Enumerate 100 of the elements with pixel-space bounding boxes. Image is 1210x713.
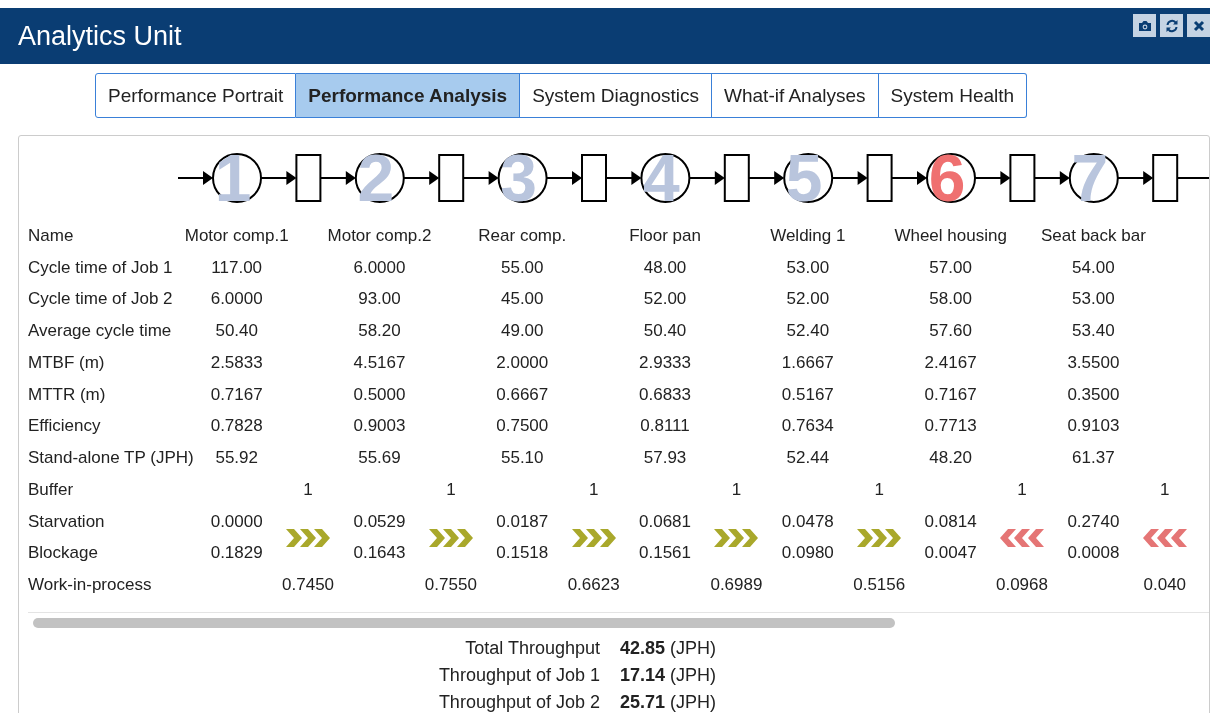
row-label: MTTR (m): [28, 384, 106, 405]
table-cell: 55.92: [215, 448, 258, 469]
table-cell: 0.6667: [496, 384, 549, 405]
table-cell: 0.7828: [210, 416, 263, 437]
table-cell: 54.00: [1072, 257, 1115, 278]
table-cell: 55.69: [358, 448, 401, 469]
row-label: Name: [28, 225, 74, 246]
table-cell: 0.1518: [496, 543, 549, 564]
row-label: MTBF (m): [28, 352, 105, 373]
table-cell: 0.9103: [1067, 416, 1120, 437]
buffer-box: [1152, 154, 1179, 202]
table-cell: 0.0478: [781, 511, 834, 532]
table-cell: 57.00: [929, 257, 972, 278]
flow-arrow: [1116, 171, 1154, 185]
table-cell: 1: [446, 479, 456, 500]
row-label: Cycle time of Job 1: [28, 257, 173, 278]
table-cell: 0.7167: [924, 384, 977, 405]
table-cell: 93.00: [358, 289, 401, 310]
flow-arrow: [831, 171, 868, 185]
buffer-box: [581, 154, 607, 202]
flow-arrow: [319, 171, 356, 185]
table-cell: 48.00: [643, 257, 687, 278]
table-cell: 53.40: [1072, 321, 1115, 342]
table-cell: 0.2740: [1067, 511, 1120, 532]
table-cell: 0.0187: [496, 511, 549, 532]
table-cell: 0.040: [1143, 575, 1187, 596]
flow-arrow: [688, 171, 725, 185]
table-cell: 0.0000: [210, 511, 263, 532]
close-icon[interactable]: [1187, 14, 1210, 37]
table-cell: 4.5167: [353, 352, 406, 373]
table-cell: 45.00: [501, 289, 544, 310]
table-cell: 1: [303, 479, 313, 500]
row-label: Starvation: [28, 511, 105, 532]
table-cell: 0.7500: [496, 416, 549, 437]
table-cell: 6.0000: [210, 289, 263, 310]
table-cell: 58.20: [358, 321, 401, 342]
connector-line: [1176, 177, 1209, 179]
table-cell: 0.3500: [1067, 384, 1120, 405]
tab[interactable]: Performance Portrait: [95, 73, 297, 118]
tab[interactable]: System Diagnostics: [520, 73, 713, 118]
flow-arrow: [1033, 171, 1070, 185]
row-label: Efficiency: [28, 416, 101, 437]
table-cell: 52.40: [786, 321, 830, 342]
buffer-box: [866, 154, 893, 202]
table-cell: 2.0000: [496, 352, 549, 373]
table-cell: 1: [1160, 479, 1170, 500]
flow-arrow: [177, 171, 213, 185]
table-cell: Motor comp.1: [184, 225, 289, 246]
table-cell: 0.0968: [996, 575, 1048, 596]
table-cell: 50.40: [643, 321, 687, 342]
table-cell: 0.7450: [282, 575, 335, 596]
flow-arrow: [462, 171, 499, 185]
table-cell: 0.6623: [567, 575, 620, 596]
refresh-icon[interactable]: [1160, 14, 1183, 37]
table-cell: Wheel housing: [894, 225, 1007, 246]
table-cell: 0.7634: [781, 416, 834, 437]
row-label: Average cycle time: [28, 321, 172, 342]
table-cell: 6.0000: [353, 257, 406, 278]
tab[interactable]: What-if Analyses: [712, 73, 879, 118]
table-cell: 0.7713: [924, 416, 977, 437]
table-cell: 0.0681: [639, 511, 692, 532]
buffer-box: [723, 154, 750, 202]
table-cell: 0.1561: [639, 543, 692, 564]
total-value: 17.14: [620, 665, 666, 685]
table-cell: 0.0047: [924, 543, 977, 564]
table-cell: 0.7550: [424, 575, 477, 596]
table-cell: Motor comp.2: [327, 225, 432, 246]
row-label: Buffer: [28, 479, 74, 500]
table-cell: 1: [588, 479, 599, 500]
window-title: Analytics Unit: [18, 20, 182, 52]
table-cell: 0.0529: [353, 511, 406, 532]
flow-arrow: [545, 171, 582, 185]
table-cell: 52.00: [643, 289, 687, 310]
unit-label: (JPH): [670, 665, 717, 685]
unit-label: (JPH): [670, 638, 717, 658]
table-cell: 117.00: [211, 257, 263, 278]
total-value: 25.71: [620, 692, 666, 712]
buffer-box: [1009, 154, 1036, 202]
flow-arrow: [890, 171, 927, 185]
flow-arrow: [402, 171, 440, 185]
table-cell: 48.20: [929, 448, 972, 469]
table-cell: 55.00: [501, 257, 544, 278]
table-cell: Welding 1: [770, 225, 846, 246]
flow-arrow: [605, 171, 642, 185]
table-cell: Floor pan: [629, 225, 701, 246]
scrollbar-thumb[interactable]: [33, 618, 895, 628]
table-cell: 0.5167: [781, 384, 834, 405]
table-cell: 50.40: [215, 321, 258, 342]
table-cell: 0.5156: [853, 575, 906, 596]
row-label: Stand-alone TP (JPH): [28, 448, 194, 469]
table-cell: 57.60: [929, 321, 972, 342]
table-cell: 0.8111: [640, 416, 690, 437]
row-label: Cycle time of Job 2: [28, 289, 173, 310]
tab[interactable]: Performance Analysis: [296, 73, 521, 118]
table-cell: 0.6989: [710, 575, 763, 596]
table-cell: 53.00: [1072, 289, 1115, 310]
table-cell: 55.10: [501, 448, 544, 469]
tab[interactable]: System Health: [878, 73, 1028, 118]
camera-icon[interactable]: [1133, 14, 1156, 37]
table-cell: 0.1643: [353, 543, 406, 564]
